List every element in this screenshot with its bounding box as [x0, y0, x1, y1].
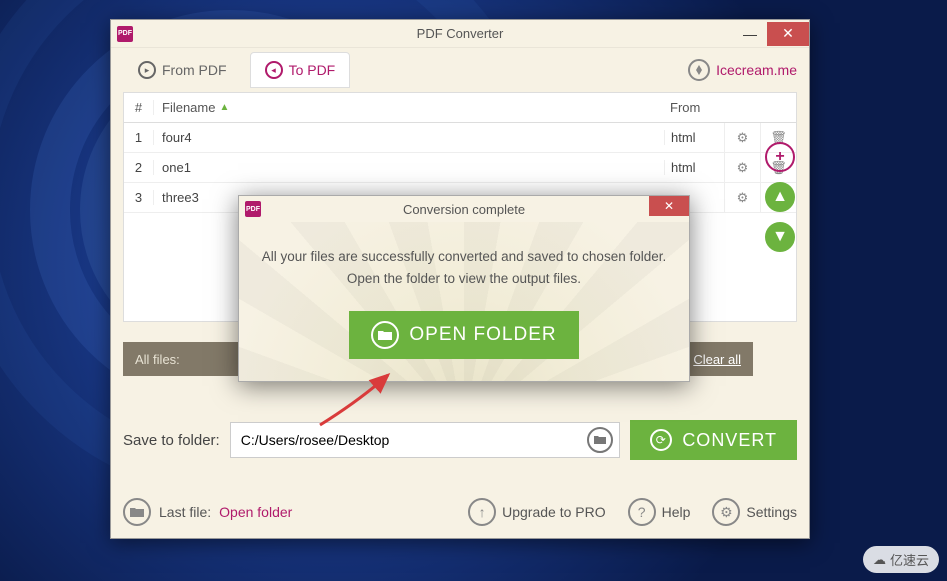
tabs-row: ▸ From PDF ◂ To PDF Icecream.me	[111, 48, 809, 92]
browse-folder-button[interactable]	[587, 427, 613, 453]
brand-text: Icecream.me	[716, 62, 797, 78]
folder-icon	[371, 321, 399, 349]
table-row[interactable]: 1 four4 html ⚙ 🗑	[124, 123, 796, 153]
all-files-label: All files:	[135, 352, 180, 367]
app-icon: PDF	[117, 26, 133, 42]
upgrade-icon: ↑	[468, 498, 496, 526]
window-title: PDF Converter	[417, 26, 504, 41]
upgrade-button[interactable]: ↑ Upgrade to PRO	[468, 498, 606, 526]
convert-icon: ⟳	[650, 429, 672, 451]
table-row[interactable]: 2 one1 html ⚙ 🗑	[124, 153, 796, 183]
dialog-body: All your files are successfully converte…	[239, 222, 689, 381]
row-settings-button[interactable]: ⚙	[724, 123, 760, 153]
header-filename[interactable]: Filename ▲	[154, 100, 664, 115]
dialog-titlebar: PDF Conversion complete ✕	[239, 196, 689, 222]
tab-to-pdf[interactable]: ◂ To PDF	[250, 52, 351, 88]
side-buttons: + ▲ ▼	[765, 142, 795, 252]
save-path-input[interactable]	[241, 432, 588, 448]
to-pdf-icon: ◂	[265, 61, 283, 79]
footer: Last file: Open folder ↑ Upgrade to PRO …	[123, 498, 797, 526]
save-label: Save to folder:	[123, 432, 220, 449]
watermark: ☁ 亿速云	[863, 546, 939, 573]
move-up-button[interactable]: ▲	[765, 182, 795, 212]
help-icon: ?	[628, 498, 656, 526]
move-down-button[interactable]: ▼	[765, 222, 795, 252]
clear-all-link[interactable]: Clear all	[693, 352, 741, 367]
help-button[interactable]: ? Help	[628, 498, 691, 526]
convert-button[interactable]: ⟳ CONVERT	[630, 420, 797, 460]
tab-label: From PDF	[162, 62, 227, 78]
icecream-icon	[688, 59, 710, 81]
conversion-complete-dialog: PDF Conversion complete ✕ All your files…	[238, 195, 690, 382]
cloud-icon: ☁	[873, 552, 886, 568]
row-settings-button[interactable]: ⚙	[724, 153, 760, 183]
open-folder-link[interactable]: Open folder	[219, 504, 292, 520]
tab-label: To PDF	[289, 62, 336, 78]
row-settings-button[interactable]: ⚙	[724, 183, 760, 213]
header-num[interactable]: #	[124, 100, 154, 115]
dialog-message: All your files are successfully converte…	[259, 246, 669, 289]
open-folder-button[interactable]: OPEN FOLDER	[349, 311, 578, 359]
save-path-field	[230, 422, 621, 458]
save-row: Save to folder: ⟳ CONVERT	[123, 420, 797, 460]
dialog-title: Conversion complete	[403, 202, 525, 217]
open-folder-label: OPEN FOLDER	[409, 324, 556, 346]
convert-label: CONVERT	[682, 430, 777, 451]
from-pdf-icon: ▸	[138, 61, 156, 79]
titlebar: PDF PDF Converter — ✕	[111, 20, 809, 48]
gear-icon: ⚙	[712, 498, 740, 526]
tab-from-pdf[interactable]: ▸ From PDF	[123, 52, 242, 88]
dialog-close-button[interactable]: ✕	[649, 196, 689, 216]
minimize-button[interactable]: —	[733, 22, 767, 46]
header-from[interactable]: From	[664, 100, 724, 115]
dialog-app-icon: PDF	[245, 201, 261, 217]
last-file-label: Last file:	[159, 504, 211, 520]
close-button[interactable]: ✕	[767, 22, 809, 46]
settings-button[interactable]: ⚙ Settings	[712, 498, 797, 526]
add-file-button[interactable]: +	[765, 142, 795, 172]
sort-asc-icon: ▲	[219, 102, 229, 113]
table-header: # Filename ▲ From	[124, 93, 796, 123]
folder-icon	[123, 498, 151, 526]
brand-link[interactable]: Icecream.me	[688, 59, 797, 81]
